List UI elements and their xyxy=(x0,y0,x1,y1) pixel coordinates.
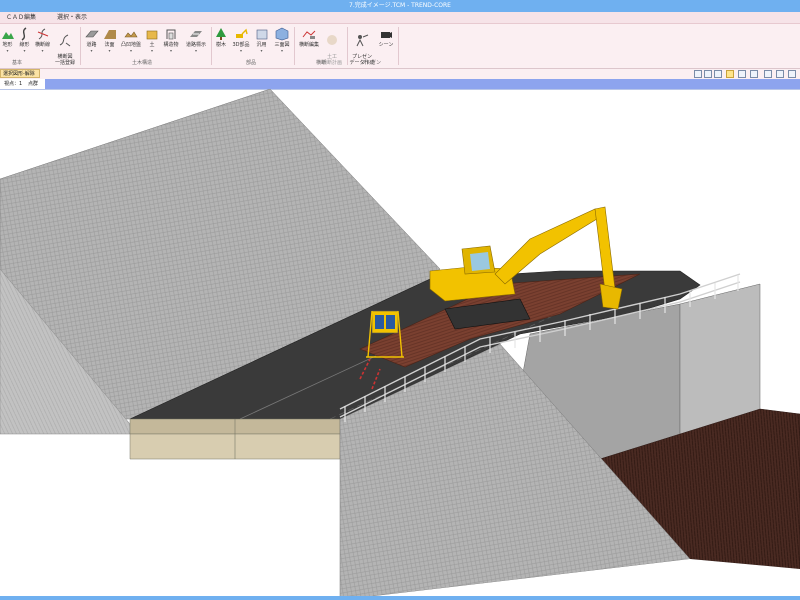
terrain-icon xyxy=(1,32,14,39)
tree-icon xyxy=(216,28,226,40)
structure-icon xyxy=(166,29,176,40)
scene-button[interactable]: シーン xyxy=(377,27,395,59)
tree-button[interactable]: 樹木 xyxy=(214,27,228,59)
terrain-button[interactable]: 地形 ▾ xyxy=(0,27,15,59)
menu-bar: ＣＡＤ編集 選択・表示 xyxy=(0,12,800,24)
cross-section-batch-button[interactable]: 横断図 一括登録 xyxy=(53,27,77,66)
group-label-parts: 部品 xyxy=(246,60,257,66)
uneven-ground-button[interactable]: 凸凹地盤 ▾ xyxy=(119,27,143,59)
point-cloud-label: 点群 xyxy=(28,81,39,87)
road-icon xyxy=(84,30,99,38)
cross-edit-button[interactable]: 横断編集 xyxy=(297,27,321,59)
slope-button[interactable]: 法面 ▾ xyxy=(101,27,118,59)
window-title: 7.完成イメージ.TCM - TREND-CORE xyxy=(349,2,451,9)
grid-icon[interactable] xyxy=(764,70,772,78)
group-separator xyxy=(294,27,295,65)
soil-button[interactable]: 土 ▾ xyxy=(145,27,159,59)
alignment-icon xyxy=(21,27,26,41)
cross-section-batch-label: 横断図 一括登録 xyxy=(54,54,75,66)
settings-icon[interactable] xyxy=(776,70,784,78)
deselect-tab[interactable]: 選択図形-解除 xyxy=(0,69,40,78)
3d-viewport[interactable] xyxy=(0,89,800,600)
group-separator xyxy=(347,27,348,65)
view-point-label: 視点：1 xyxy=(4,81,23,87)
cross-section-icon xyxy=(59,34,71,47)
group-separator xyxy=(398,27,399,65)
group-label-civil: 土木構造 xyxy=(132,60,153,66)
earthwork-plan-button[interactable]: 土工 横断計画 xyxy=(320,27,344,66)
earthwork-icon xyxy=(327,35,337,45)
soil-icon xyxy=(146,30,158,40)
cross-line-icon xyxy=(37,28,48,40)
menu-cad-edit[interactable]: ＣＡＤ編集 xyxy=(6,12,36,23)
excavator-icon xyxy=(236,28,248,38)
view-tab-strip xyxy=(45,79,800,89)
cross-edit-icon xyxy=(302,30,316,39)
3d-parts-button[interactable]: 3D部品 ▾ xyxy=(230,27,252,59)
status-bar xyxy=(0,596,800,600)
zoom-icon[interactable] xyxy=(738,70,746,78)
scene-label: シーン xyxy=(378,42,394,48)
slope-icon xyxy=(103,30,116,39)
three-view-button[interactable]: 三面図 ▾ xyxy=(271,27,293,59)
group-label-presentation: プレゼン xyxy=(361,60,382,66)
tool-strip xyxy=(0,69,800,79)
title-bar: 7.完成イメージ.TCM - TREND-CORE xyxy=(0,0,800,12)
view-icon[interactable] xyxy=(694,70,702,78)
ribbon: 地形 ▾ 線形 ▾ 横断線 ▾ 横断図 一括登録 基本 道路 ▾ 法面 ▾ 凸凹地盤 ▾ 土… xyxy=(0,24,800,69)
menu-select-view[interactable]: 選択・表示 xyxy=(57,12,87,23)
cross-line-button[interactable]: 横断線 ▾ xyxy=(34,27,51,59)
more-icon[interactable] xyxy=(788,70,796,78)
road-marking-button[interactable]: 道路標示 ▾ xyxy=(184,27,208,59)
group-separator xyxy=(211,27,212,65)
cross-edit-label: 横断編集 xyxy=(298,42,319,48)
alignment-button[interactable]: 線形 ▾ xyxy=(17,27,32,59)
group-label-cross: 横断 xyxy=(316,60,327,66)
road-button[interactable]: 道路 ▾ xyxy=(83,27,100,59)
road-marking-icon xyxy=(190,31,202,37)
presentation-icon xyxy=(356,34,369,47)
general-parts-icon xyxy=(256,29,267,40)
select-icon[interactable] xyxy=(726,70,734,78)
general-button[interactable]: 汎用 ▾ xyxy=(253,27,270,59)
presentation-data-button[interactable]: プレゼン データ作成 xyxy=(349,27,375,66)
tree-label: 樹木 xyxy=(215,42,226,48)
uneven-ground-icon xyxy=(124,31,138,38)
view-icon[interactable] xyxy=(714,70,722,78)
group-label-basic: 基本 xyxy=(12,60,23,66)
display-icon[interactable] xyxy=(750,70,758,78)
group-separator xyxy=(80,27,81,65)
cube-icon xyxy=(275,27,289,41)
camera-icon xyxy=(381,32,392,38)
structure-button[interactable]: 構造物 ▾ xyxy=(160,27,182,59)
view-icon[interactable] xyxy=(704,70,712,78)
